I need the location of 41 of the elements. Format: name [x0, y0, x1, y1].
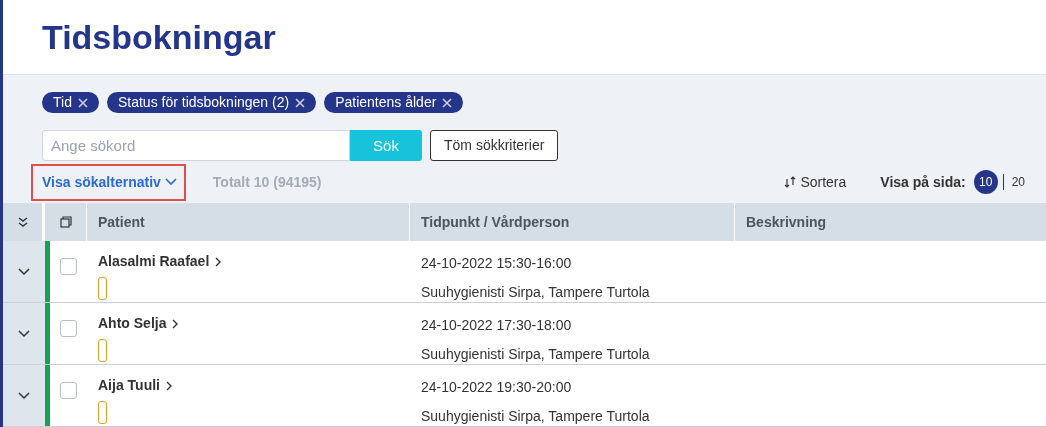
- row-checkbox[interactable]: [60, 382, 77, 399]
- search-field[interactable]: Ange sökord: [42, 130, 350, 162]
- expand-icon[interactable]: [18, 329, 30, 338]
- care-provider: Suuhygienisti Sirpa, Tampere Turtola: [421, 407, 651, 426]
- care-provider: Suuhygienisti Sirpa, Tampere Turtola: [421, 283, 651, 302]
- expand-icon[interactable]: [18, 391, 30, 400]
- chevron-right-icon: [165, 380, 172, 391]
- row-checkbox[interactable]: [60, 320, 77, 337]
- appointment-time: 24-10-2022 15:30-16:00: [421, 254, 573, 273]
- copy-icon[interactable]: [59, 216, 72, 229]
- filter-chip[interactable]: Status för tidsbokningen (2): [106, 92, 317, 114]
- care-provider: Suuhygienisti Sirpa, Tampere Turtola: [421, 345, 651, 364]
- patient-link[interactable]: Aija Tuuli: [98, 375, 410, 396]
- filter-chip[interactable]: Tid: [42, 92, 99, 114]
- total-count: Totalt 10 (94195): [212, 172, 322, 192]
- sort-button[interactable]: Sortera: [784, 171, 847, 193]
- close-icon[interactable]: [442, 97, 453, 108]
- expand-icon[interactable]: [18, 267, 30, 276]
- close-icon[interactable]: [295, 97, 306, 108]
- appointment-time: 24-10-2022 19:30-20:00: [421, 378, 573, 397]
- filter-chip[interactable]: Patientens ålder: [324, 92, 464, 114]
- sort-icon: [784, 176, 797, 189]
- row-checkbox[interactable]: [60, 258, 77, 275]
- chevron-down-icon: [164, 178, 177, 187]
- status-tag-icon: [98, 277, 107, 300]
- page-title: Tidsbokningar: [42, 16, 276, 58]
- chevron-right-icon: [172, 318, 179, 329]
- patient-link[interactable]: Alasalmi Raafael: [98, 251, 410, 272]
- collapse-all-icon[interactable]: [17, 217, 28, 228]
- status-tag-icon: [98, 401, 107, 424]
- search-options-link[interactable]: Visa sökalternativ: [42, 171, 177, 193]
- page-size-option[interactable]: 20: [1008, 170, 1028, 195]
- per-page-label: Visa på sida:: [880, 172, 966, 192]
- page-size-option[interactable]: 10: [973, 170, 998, 195]
- chevron-right-icon: [215, 256, 222, 267]
- appointment-time: 24-10-2022 17:30-18:00: [421, 316, 573, 335]
- close-icon[interactable]: [77, 97, 88, 108]
- status-tag-icon: [98, 339, 107, 362]
- patient-link[interactable]: Ahto Selja: [98, 313, 410, 334]
- clear-criteria-button[interactable]: Töm sökkriterier: [430, 130, 559, 162]
- column-header: Beskrivning: [745, 212, 828, 232]
